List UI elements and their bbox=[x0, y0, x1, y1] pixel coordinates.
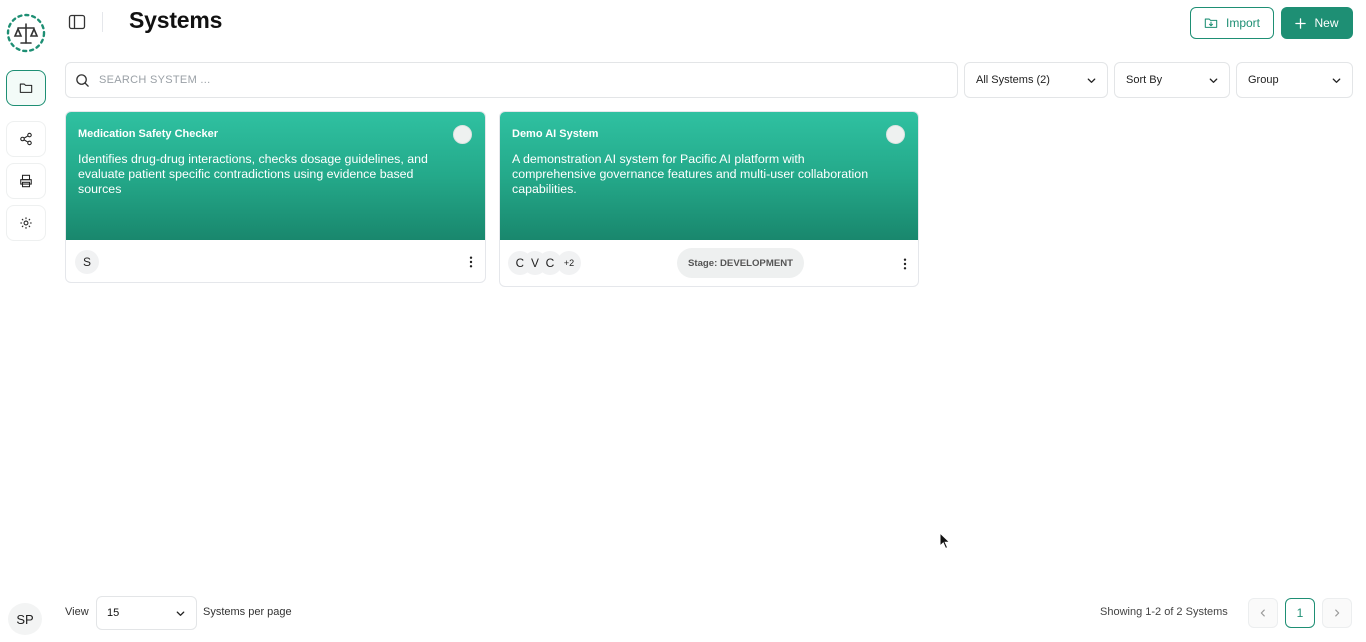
gear-icon bbox=[20, 217, 32, 229]
scales-logo-icon bbox=[6, 13, 46, 53]
chevron-down-icon bbox=[1087, 77, 1096, 83]
card-description: A demonstration AI system for Pacific AI… bbox=[512, 152, 869, 196]
more-members-badge: +2 bbox=[557, 251, 581, 275]
card-menu-button[interactable] bbox=[464, 254, 478, 270]
per-page-select[interactable]: 15 bbox=[96, 596, 197, 630]
app-logo[interactable] bbox=[5, 12, 47, 54]
page-button-current[interactable]: 1 bbox=[1285, 598, 1315, 628]
printer-icon bbox=[20, 174, 32, 188]
system-card[interactable]: Medication Safety Checker Identifies dru… bbox=[65, 111, 486, 283]
card-header[interactable]: Demo AI System A demonstration AI system… bbox=[500, 112, 918, 240]
pagination-summary: Showing 1-2 of 2 Systems bbox=[1100, 606, 1228, 618]
chevron-down-icon bbox=[1332, 77, 1341, 83]
search-icon bbox=[76, 73, 89, 87]
member-avatar: S bbox=[75, 250, 99, 274]
user-avatar[interactable]: SP bbox=[8, 603, 42, 635]
card-title: Medication Safety Checker bbox=[78, 128, 218, 140]
card-menu-button[interactable] bbox=[898, 256, 912, 272]
share-icon bbox=[20, 132, 32, 146]
chevron-down-icon bbox=[176, 610, 185, 616]
sidebar-toggle-icon bbox=[68, 14, 86, 30]
card-select-radio[interactable] bbox=[886, 125, 905, 144]
plus-icon bbox=[1295, 17, 1307, 29]
card-select-radio[interactable] bbox=[453, 125, 472, 144]
sidebar-item-share[interactable] bbox=[6, 121, 46, 157]
page-title: Systems bbox=[129, 7, 223, 33]
next-page-button[interactable] bbox=[1322, 598, 1352, 628]
chevron-right-icon bbox=[1335, 609, 1340, 617]
per-page-label: Systems per page bbox=[203, 606, 292, 618]
systems-filter-select[interactable]: All Systems (2) bbox=[964, 62, 1108, 98]
stage-badge: Stage: DEVELOPMENT bbox=[677, 248, 805, 278]
sidebar-toggle-button[interactable] bbox=[68, 13, 86, 31]
sort-select[interactable]: Sort By bbox=[1114, 62, 1230, 98]
sort-value: Sort By bbox=[1126, 74, 1163, 86]
card-title: Demo AI System bbox=[512, 128, 599, 140]
systems-filter-value: All Systems (2) bbox=[976, 74, 1050, 86]
card-description: Identifies drug-drug interactions, check… bbox=[78, 152, 428, 196]
group-value: Group bbox=[1248, 74, 1279, 86]
card-footer: S bbox=[66, 240, 485, 282]
import-icon bbox=[1204, 18, 1218, 28]
view-label: View bbox=[65, 606, 89, 618]
import-button[interactable]: Import bbox=[1190, 7, 1274, 39]
card-header[interactable]: Medication Safety Checker Identifies dru… bbox=[66, 112, 485, 240]
search-input[interactable] bbox=[99, 74, 899, 86]
new-system-button[interactable]: New bbox=[1281, 7, 1353, 39]
chevron-down-icon bbox=[1209, 77, 1218, 83]
folder-icon bbox=[19, 83, 33, 93]
group-select[interactable]: Group bbox=[1236, 62, 1353, 98]
prev-page-button[interactable] bbox=[1248, 598, 1278, 628]
sidebar-item-settings[interactable] bbox=[6, 205, 46, 241]
chevron-left-icon bbox=[1260, 609, 1265, 617]
header-divider bbox=[102, 12, 103, 32]
import-label: Import bbox=[1225, 16, 1260, 30]
new-label: New bbox=[1314, 16, 1339, 30]
search-bar[interactable] bbox=[65, 62, 958, 98]
sidebar: SP bbox=[0, 0, 52, 642]
mouse-cursor-icon bbox=[939, 532, 951, 550]
per-page-value: 15 bbox=[107, 607, 120, 619]
kebab-menu-icon bbox=[469, 256, 473, 268]
sidebar-item-reports[interactable] bbox=[6, 163, 46, 199]
kebab-menu-icon bbox=[903, 258, 907, 270]
sidebar-item-systems[interactable] bbox=[6, 70, 46, 106]
system-card[interactable]: Demo AI System A demonstration AI system… bbox=[499, 111, 919, 287]
card-footer: C V C +2 Stage: DEVELOPMENT bbox=[500, 240, 918, 286]
